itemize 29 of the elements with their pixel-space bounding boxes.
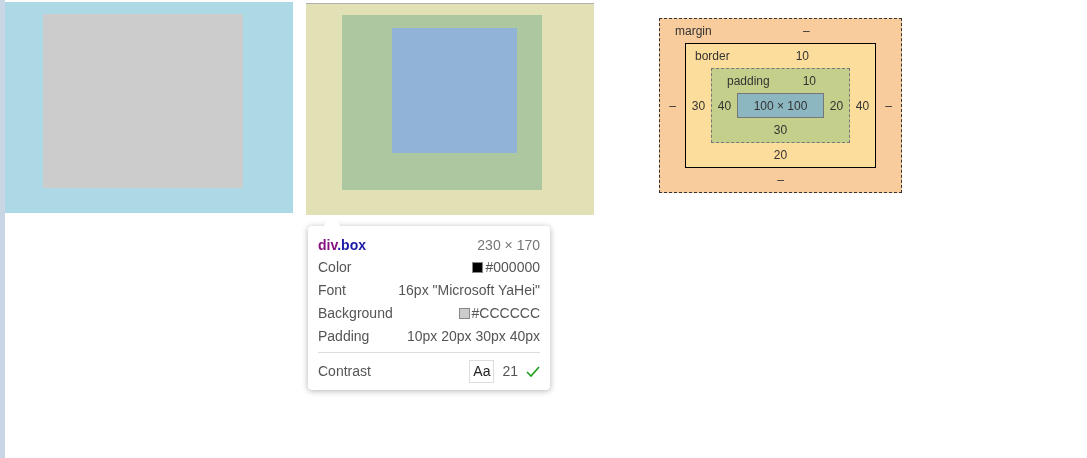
contrast-ratio: 21 bbox=[502, 362, 518, 381]
property-value: #CCCCCC bbox=[471, 304, 540, 323]
box-model-value: – bbox=[884, 99, 893, 112]
box-model-value: – bbox=[777, 174, 784, 186]
property-label: Font bbox=[318, 281, 346, 300]
element-size: 230 × 170 bbox=[477, 235, 540, 255]
box-model-value: 30 bbox=[690, 99, 707, 112]
box-model-label: margin bbox=[674, 25, 712, 37]
box-model-value: 20 bbox=[773, 149, 788, 161]
box-model-value: 10 bbox=[795, 50, 810, 62]
box-model-label: border bbox=[694, 50, 730, 62]
property-label: Color bbox=[318, 258, 352, 277]
box-model-value: 40 bbox=[854, 99, 871, 112]
box-model-value: 10 bbox=[802, 75, 817, 87]
contrast-sample: Aa bbox=[469, 360, 495, 383]
contrast-label: Contrast bbox=[318, 362, 371, 381]
content-size: 100 × 100 bbox=[737, 93, 824, 118]
box-model-label: padding bbox=[726, 75, 770, 87]
property-label: Background bbox=[318, 304, 393, 323]
box-model-value: 30 bbox=[773, 124, 788, 136]
property-value: 10px 20px 30px 40px bbox=[406, 327, 540, 346]
property-label: Padding bbox=[318, 327, 370, 346]
box-model-value: – bbox=[803, 25, 810, 37]
property-value: 16px "Microsoft YaHei" bbox=[398, 281, 540, 300]
property-value: #000000 bbox=[485, 258, 540, 277]
box-model-value: – bbox=[668, 99, 677, 112]
box-model-value: 20 bbox=[828, 99, 845, 112]
box-model-value: 40 bbox=[716, 99, 733, 112]
element-selector: div.box bbox=[318, 235, 366, 255]
